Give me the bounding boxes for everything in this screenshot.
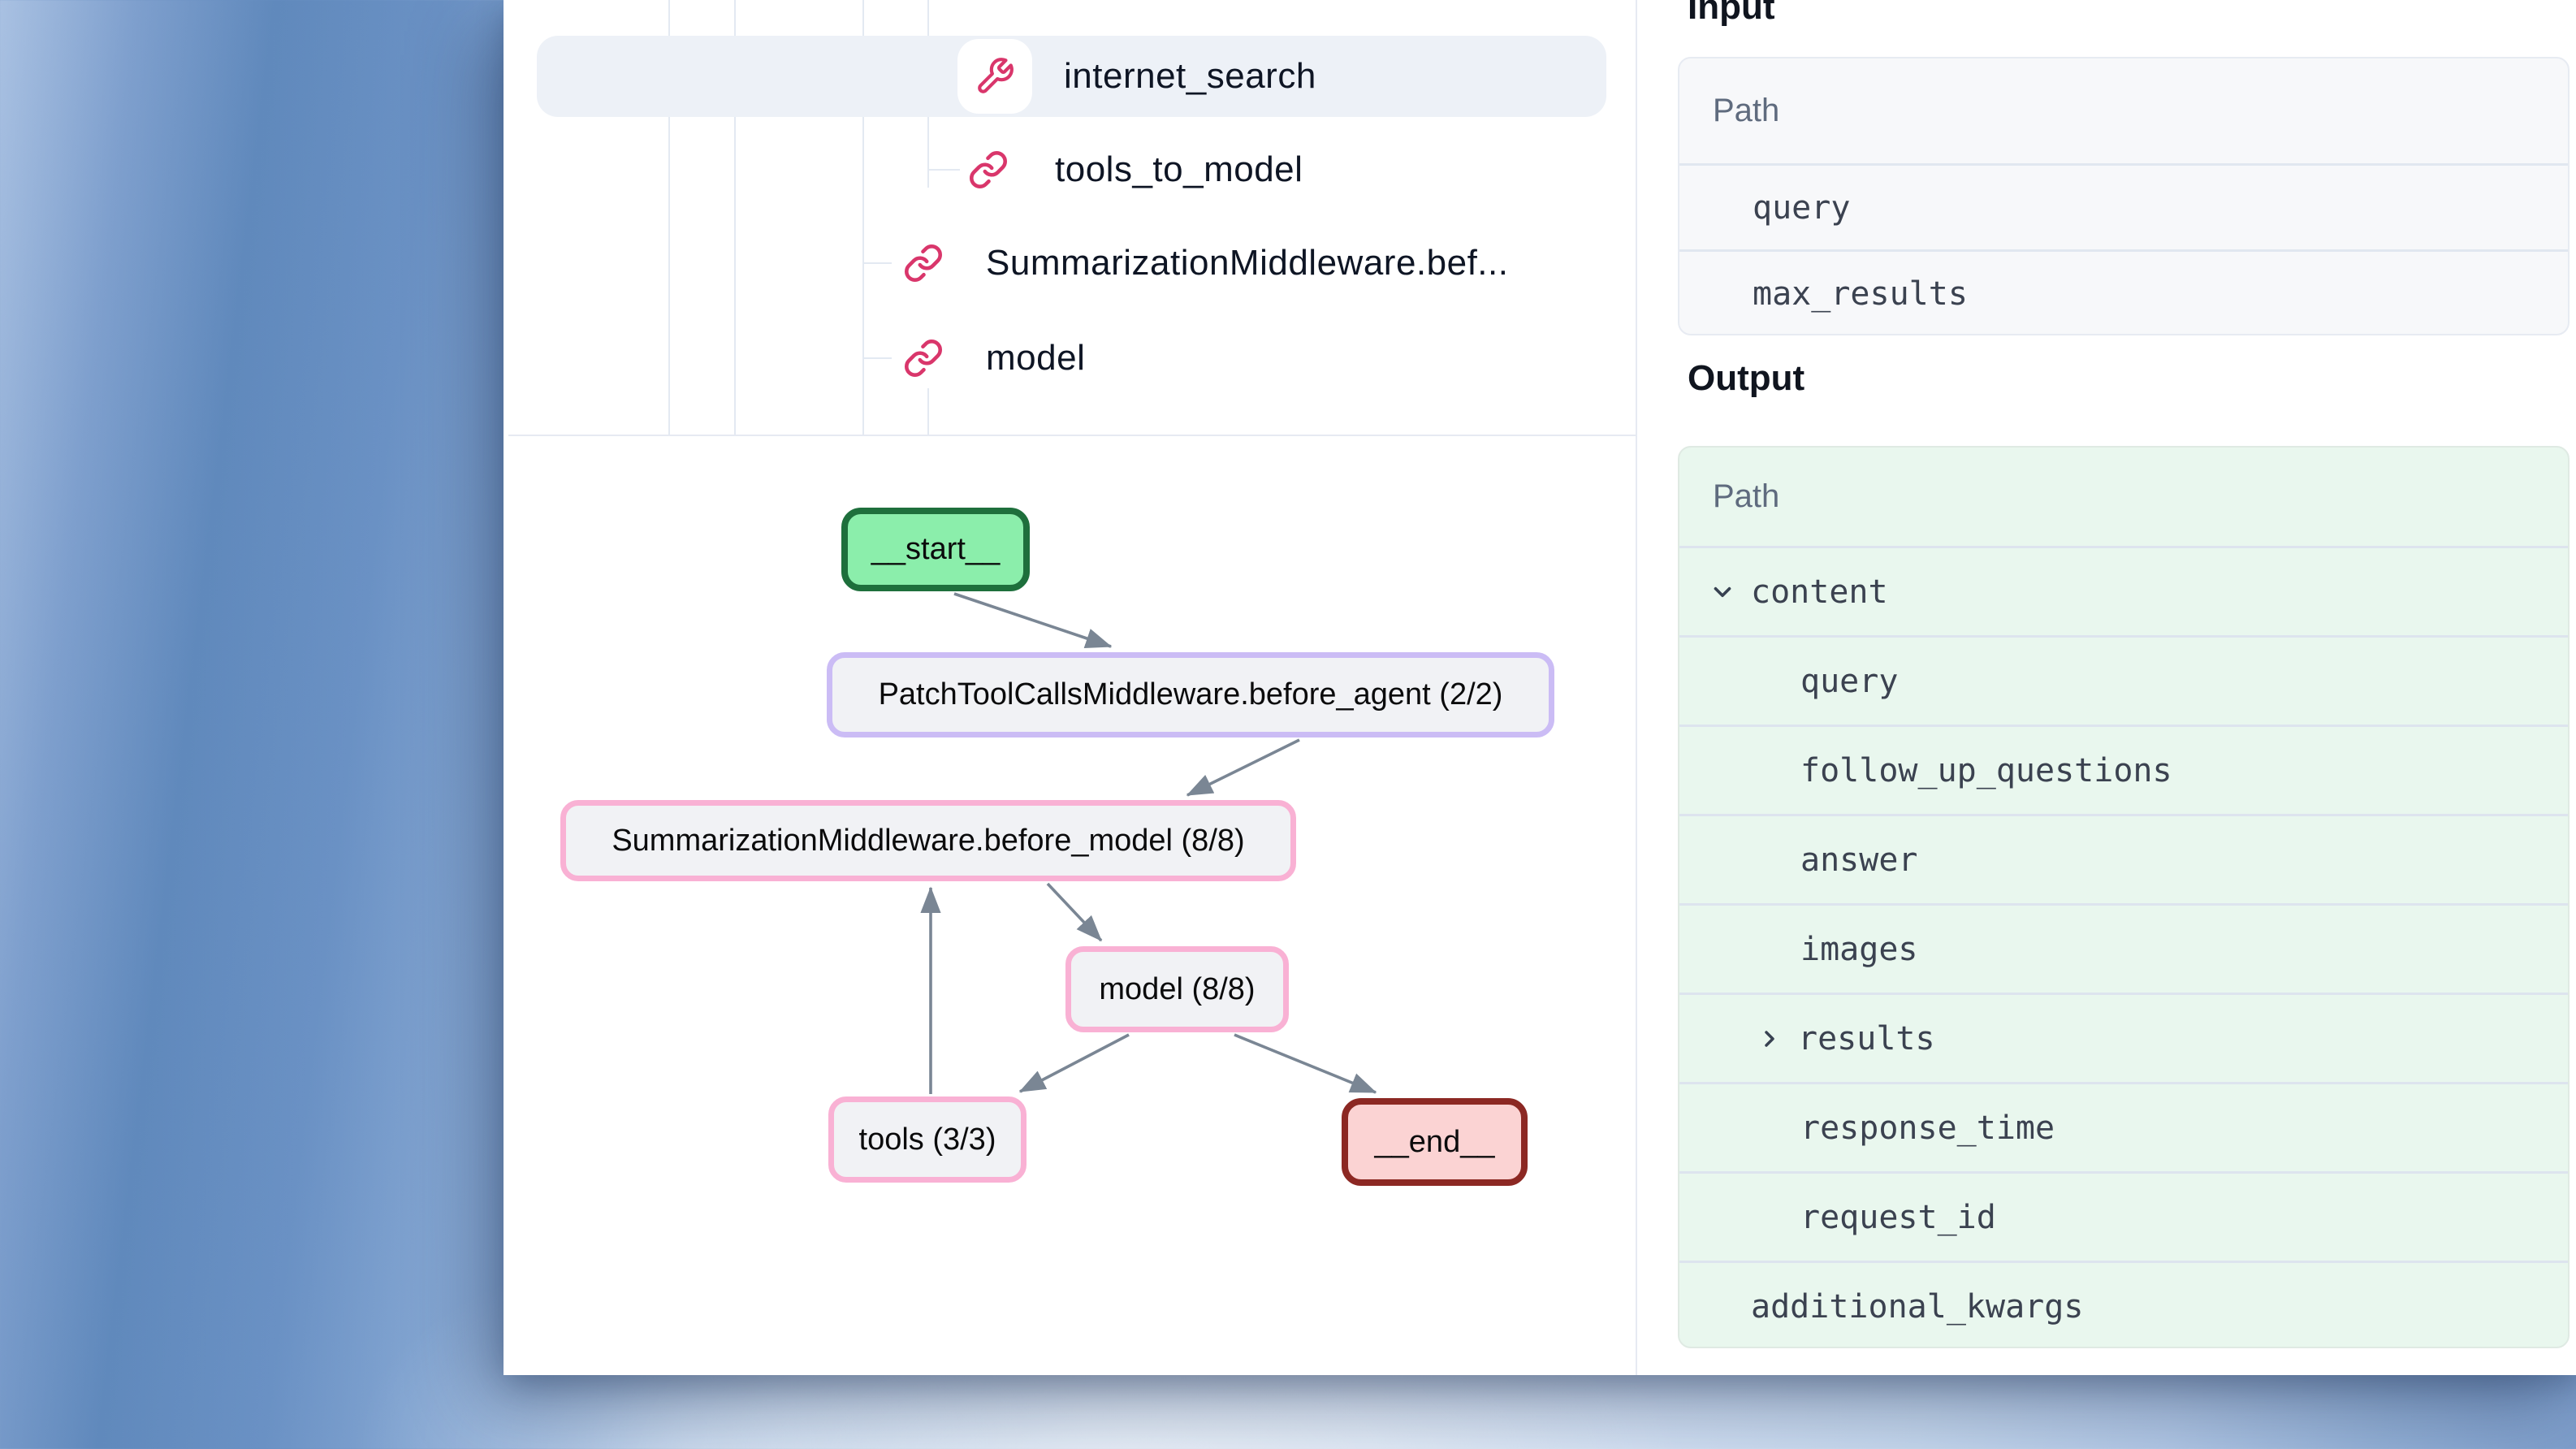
tree-item-label: model <box>986 338 1085 378</box>
tree-connector <box>862 262 892 264</box>
path-row-label: query <box>1753 189 1850 227</box>
chevron-right-icon[interactable] <box>1751 1026 1788 1052</box>
tree-item-label: tools_to_model <box>1055 149 1303 190</box>
output-section-title: Output <box>1688 358 1804 399</box>
tree-item-summarization-middleware[interactable]: SummarizationMiddleware.bef... <box>903 244 1508 283</box>
path-row-label: response_time <box>1800 1109 2055 1147</box>
path-row-label: max_results <box>1753 275 1968 313</box>
graph-node-tools[interactable]: tools (3/3) <box>828 1096 1027 1183</box>
path-row-label: answer <box>1800 841 1918 879</box>
tree-item-label: internet_search <box>1064 56 1316 97</box>
path-row-additional-kwargs[interactable]: additional_kwargs <box>1679 1261 2568 1348</box>
path-row-label: follow_up_questions <box>1800 752 2172 789</box>
graph-node-label: tools (3/3) <box>859 1122 996 1157</box>
graph-node-model[interactable]: model (8/8) <box>1065 946 1289 1032</box>
graph-node-label: SummarizationMiddleware.before_model (8/… <box>612 824 1244 859</box>
path-row-label: content <box>1751 573 1888 611</box>
path-column-header: Path <box>1679 58 2568 163</box>
path-row-answer[interactable]: answer <box>1679 814 2568 903</box>
chevron-down-icon[interactable] <box>1704 578 1741 606</box>
path-row-content[interactable]: content <box>1679 546 2568 635</box>
tree-connector <box>927 169 960 171</box>
input-section-title: Input <box>1688 0 1775 28</box>
tool-icon-chip <box>957 39 1032 114</box>
input-path-table: Path query max_results <box>1678 57 2570 335</box>
path-row-query[interactable]: query <box>1679 163 2568 249</box>
path-column-header: Path <box>1679 448 2568 546</box>
graph-node-patch-tool-calls[interactable]: PatchToolCallsMiddleware.before_agent (2… <box>827 652 1554 737</box>
graph-node-label: model (8/8) <box>1099 972 1255 1007</box>
path-row-request-id[interactable]: request_id <box>1679 1171 2568 1261</box>
tree-item-tools-to-model[interactable]: tools_to_model <box>968 150 1303 189</box>
tree-guide-line <box>927 388 929 435</box>
path-row-label: request_id <box>1800 1199 1996 1236</box>
graph-node-end[interactable]: __end__ <box>1342 1098 1528 1186</box>
graph-node-summarization[interactable]: SummarizationMiddleware.before_model (8/… <box>560 800 1296 881</box>
tree-item-model[interactable]: model <box>903 339 1085 378</box>
tree-item-label: SummarizationMiddleware.bef... <box>986 243 1508 283</box>
path-row-follow-up-questions[interactable]: follow_up_questions <box>1679 724 2568 814</box>
trace-tree: internet_search tools_to_model Summariza… <box>504 0 1636 436</box>
graph-edges <box>504 436 1636 1375</box>
wrench-icon <box>975 56 1015 97</box>
tree-connector <box>862 357 892 359</box>
path-row-label: images <box>1800 931 1918 968</box>
graph-node-start[interactable]: __start__ <box>841 508 1030 591</box>
path-row-response-time[interactable]: response_time <box>1679 1082 2568 1171</box>
trace-window: internet_search tools_to_model Summariza… <box>504 0 2576 1375</box>
graph-node-label: __start__ <box>871 532 1000 567</box>
graph-node-label: __end__ <box>1375 1125 1495 1160</box>
link-icon <box>968 149 1009 190</box>
path-row-max-results[interactable]: max_results <box>1679 249 2568 335</box>
path-row-label: results <box>1798 1020 1935 1058</box>
tree-item-internet-search[interactable]: internet_search <box>957 39 1316 114</box>
graph-node-label: PatchToolCallsMiddleware.before_agent (2… <box>879 677 1503 712</box>
path-row-query[interactable]: query <box>1679 635 2568 724</box>
graph-canvas[interactable]: __start__ PatchToolCallsMiddleware.befor… <box>504 436 1636 1375</box>
path-row-results[interactable]: results <box>1679 993 2568 1082</box>
io-panel: Input Path query max_results Output Path… <box>1637 0 2576 1375</box>
link-icon <box>903 338 944 378</box>
path-row-label: query <box>1800 663 1898 700</box>
path-row-images[interactable]: images <box>1679 903 2568 993</box>
path-row-label: additional_kwargs <box>1751 1288 2083 1326</box>
link-icon <box>903 243 944 283</box>
output-path-table: Path content query follow_up_questions a… <box>1678 446 2570 1348</box>
